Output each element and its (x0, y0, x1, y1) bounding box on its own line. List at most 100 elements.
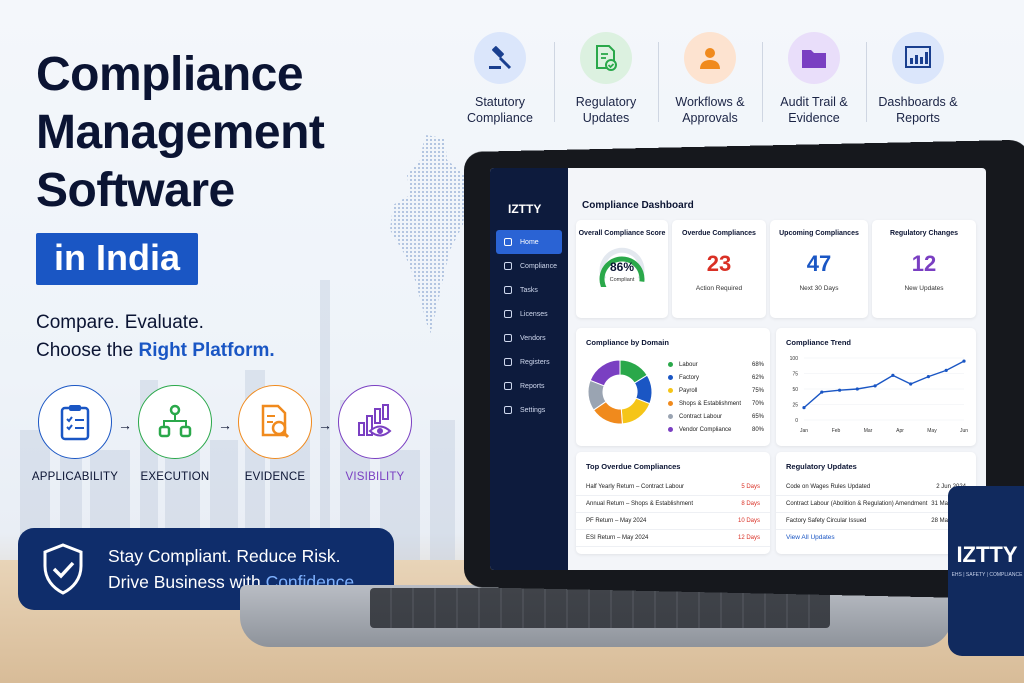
feature-label-line: Reports (896, 111, 940, 125)
sidebar-item-reports[interactable]: Reports (496, 374, 562, 398)
mug-tagline: EHS | SAFETY | COMPLIANCE (951, 572, 1023, 578)
vendors-icon (504, 334, 512, 342)
divider (866, 42, 867, 122)
gavel-icon (474, 32, 526, 84)
y-tick-label: 50 (792, 387, 798, 393)
donut-slice-vendor-compliance (589, 359, 621, 387)
process-step-label: EXECUTION (140, 471, 210, 483)
row-name: Half Yearly Return – Contract Labour (586, 484, 685, 490)
legend-value: 80% (751, 426, 764, 433)
row-name: PF Return – May 2024 (586, 518, 647, 524)
y-tick-label: 75 (792, 372, 798, 378)
x-tick-label: Apr (896, 428, 904, 434)
donut-slice-payroll (620, 397, 651, 425)
feature-label-line: Statutory (474, 95, 526, 109)
legend-label: Payroll (679, 387, 698, 394)
kpi-sub: New Updates (904, 285, 944, 292)
kpi-upcoming[interactable]: Upcoming Compliances 47 Next 30 Days (770, 220, 868, 318)
table-row[interactable]: Half Yearly Return – Contract Labour 5 Da… (576, 479, 770, 496)
legend-swatch (668, 414, 673, 419)
kpi-title: Upcoming Compliances (779, 230, 859, 237)
sidebar-item-registers[interactable]: Registers (496, 350, 562, 374)
process-step-execution: EXECUTION (130, 385, 220, 483)
legend-swatch (668, 375, 673, 380)
list-item[interactable]: Factory Safety Circular Issued28 May 202… (776, 513, 976, 530)
table-row[interactable]: PF Return – May 2024 10 Days (576, 513, 770, 530)
bar-chart-icon (892, 32, 944, 84)
sidebar-item-compliance[interactable]: Compliance (496, 254, 562, 278)
legend-item: Contract Labour 65% (668, 410, 764, 423)
list-item[interactable]: Contract Labour (Abolition & Regulation)… (776, 496, 976, 513)
update-name: Contract Labour (Abolition & Regulation)… (786, 501, 928, 507)
kpi-compliance-score[interactable]: Overall Compliance Score 86% Compliant (576, 220, 668, 318)
legend-value: 65% (751, 413, 764, 420)
feature-row: Statutory Compliance Regulatory Updates Wo… (450, 32, 980, 132)
headline-line-3: Software (36, 164, 235, 217)
process-step-label: VISIBILITY (345, 471, 405, 483)
kpi-overdue[interactable]: Overdue Compliances 23 Action Required (672, 220, 766, 318)
sidebar-item-home[interactable]: Home (496, 230, 562, 254)
legend-swatch (668, 427, 673, 432)
app-brand: IZTTY (508, 202, 542, 216)
table-row[interactable]: Annual Return – Shops & Establishment 8 D… (576, 496, 770, 513)
process-step-label: APPLICABILITY (31, 471, 119, 483)
feature-label-line: Regulatory (575, 95, 637, 109)
compliance-icon (504, 262, 512, 270)
y-tick-label: 0 (795, 418, 798, 424)
sidebar-item-licenses[interactable]: Licenses (496, 302, 562, 326)
page-title: Compliance Dashboard (582, 200, 694, 211)
x-tick-label: Mar (864, 428, 873, 434)
x-tick-label: Jan (800, 428, 808, 434)
feature-label-line: Workflows & (675, 95, 745, 109)
feature-label: Regulatory Updates (556, 94, 656, 126)
feature-statutory-compliance: Statutory Compliance (450, 32, 550, 126)
tagline-highlight: Right Platform. (138, 340, 275, 361)
mug-logo: IZTTY (956, 542, 1018, 567)
registers-icon (504, 358, 512, 366)
shield-check-icon (18, 542, 108, 596)
sidebar-item-label: Reports (520, 382, 545, 390)
trend-point (891, 373, 895, 377)
licenses-icon (504, 310, 512, 318)
row-days: 10 Days (737, 518, 760, 524)
tagline-prefix: Choose the (36, 340, 139, 361)
legend-item: Payroll 75% (668, 384, 764, 397)
kpi-value: 23 (706, 251, 732, 276)
clipboard-checklist-icon (38, 385, 112, 459)
sidebar-item-settings[interactable]: Settings (496, 398, 562, 422)
hero-headline: Compliance Management Software (36, 46, 416, 220)
domain-donut-chart (587, 359, 653, 425)
score-value: 86% (610, 260, 634, 274)
sidebar-item-vendors[interactable]: Vendors (496, 326, 562, 350)
divider (658, 42, 659, 122)
kpi-regulatory-changes[interactable]: Regulatory Changes 12 New Updates (872, 220, 976, 318)
feature-label-line: Evidence (788, 111, 840, 125)
tagline: Compare. Evaluate. Choose the Right Plat… (36, 309, 275, 365)
feature-regulatory-updates: Regulatory Updates (556, 32, 656, 126)
feature-label-line: Approvals (682, 111, 738, 125)
legend-swatch (668, 362, 673, 367)
legend-swatch (668, 388, 673, 393)
overdue-list-card: Top Overdue Compliances Half Yearly Retu… (576, 452, 770, 554)
trend-line (803, 360, 965, 409)
legend-label: Factory (679, 374, 700, 381)
kpi-value: 47 (806, 251, 832, 276)
sidebar-item-tasks[interactable]: Tasks (496, 278, 562, 302)
list-item[interactable]: Code on Wages Rules Updated2 Jun 2024 (776, 479, 976, 496)
kpi-sub: Next 30 Days (799, 285, 839, 292)
divider (554, 42, 555, 122)
kpi-title: Overdue Compliances (682, 230, 756, 237)
gear-icon (504, 406, 512, 414)
legend-item: Shops & Establishment 70% (668, 397, 764, 410)
domain-card: Compliance by Domain Labour 68% Factory 62%… (576, 328, 770, 446)
feature-label-line: Compliance (466, 111, 533, 125)
feature-label: Workflows & Approvals (660, 94, 760, 126)
domain-legend: Labour 68% Factory 62% Payroll 75% Shops & Est… (668, 358, 764, 436)
feature-label-line: Dashboards & (878, 95, 958, 109)
table-row[interactable]: ESI Return – May 2024 12 Days (576, 530, 770, 547)
view-all-updates-link[interactable]: View All Updates (776, 530, 976, 545)
legend-value: 68% (751, 361, 764, 368)
legend-value: 70% (751, 400, 764, 407)
legend-label: Vendor Compliance (679, 426, 732, 433)
section-title: Top Overdue Compliances (586, 462, 681, 471)
